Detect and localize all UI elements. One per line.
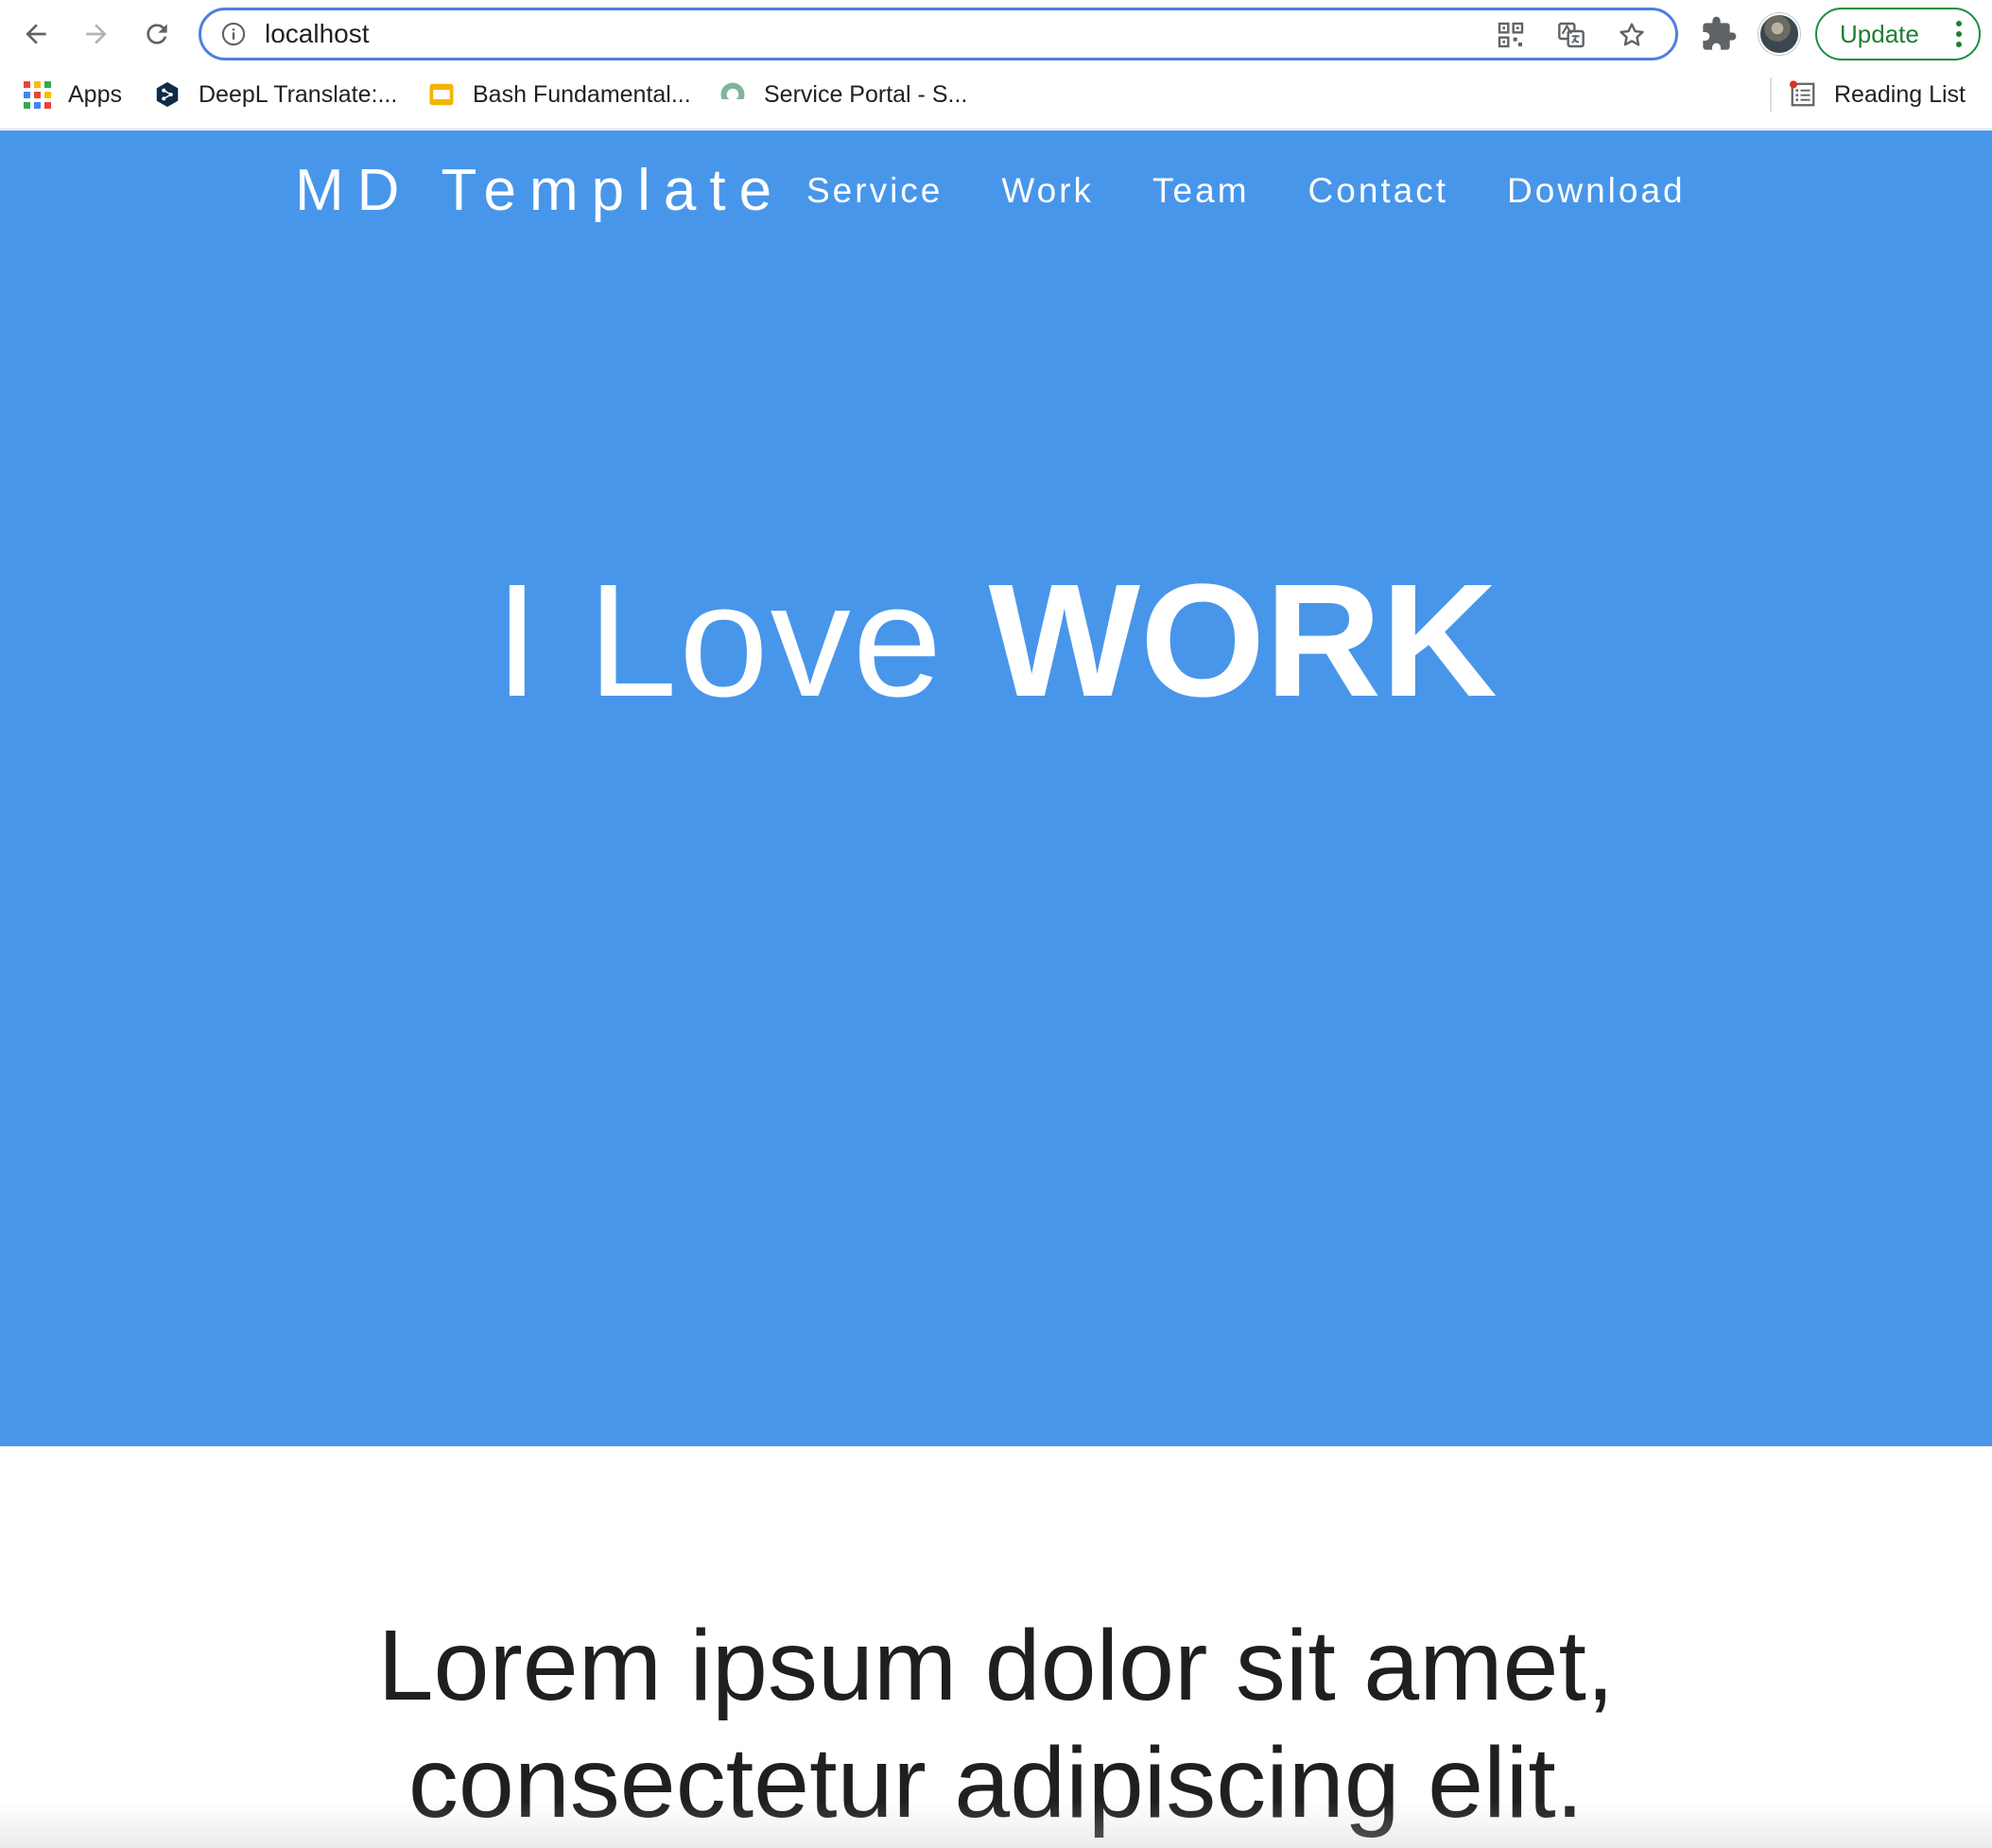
nav-link-service[interactable]: Service (806, 163, 943, 219)
hero-section: MD Template Service Work Team Contact Do… (0, 130, 1992, 1446)
intro-line-2: consectetur adipiscing elit. (407, 1727, 1585, 1839)
nav-link-download[interactable]: Download (1507, 163, 1686, 219)
bookmark-label: Bash Fundamental... (473, 80, 691, 108)
reload-icon (147, 24, 167, 44)
kebab-menu-icon[interactable] (1956, 21, 1962, 47)
bookmark-apps[interactable]: Apps (23, 72, 122, 117)
browser-chrome: Update Apps DeepL Transl (0, 0, 1992, 130)
intro-line-1: Lorem ipsum dolor sit amet, (377, 1610, 1615, 1721)
hero-headline-bold: WORK (988, 551, 1498, 731)
arrow-left-icon (26, 24, 46, 44)
service-portal-icon (719, 80, 747, 109)
arrow-right-icon (86, 24, 107, 44)
url-input[interactable] (265, 10, 1494, 58)
star-icon (1620, 23, 1644, 46)
intro-text: Lorem ipsum dolor sit amet, consectetur … (0, 1607, 1992, 1841)
nav-link-work[interactable]: Work (1001, 163, 1094, 219)
update-label: Update (1840, 19, 1919, 48)
bookmarks-divider (1770, 78, 1772, 112)
translate-icon (1558, 22, 1585, 48)
site-brand[interactable]: MD Template (295, 157, 785, 225)
forward-button[interactable] (74, 11, 119, 57)
profile-avatar[interactable] (1758, 13, 1800, 55)
bookmark-star-button[interactable] (1616, 19, 1648, 51)
hero-headline-light: I Love (494, 551, 944, 731)
slides-icon (427, 80, 456, 109)
qr-code-button[interactable] (1495, 19, 1527, 51)
reload-button[interactable] (134, 11, 180, 57)
reading-list-icon (1789, 80, 1817, 109)
bookmark-deepl[interactable]: DeepL Translate:... (153, 72, 397, 117)
main-navigation: Service Work Team Contact Download (806, 163, 1744, 219)
apps-grid-icon (23, 80, 51, 109)
update-button[interactable]: Update (1815, 8, 1981, 60)
browser-toolbar: Update (0, 0, 1992, 68)
bookmark-service-portal[interactable]: Service Portal - S... (719, 72, 967, 117)
deepl-icon (153, 80, 182, 109)
bookmarks-bar: Apps DeepL Translate:... Bash Fundamenta… (0, 72, 1992, 119)
address-bar[interactable] (199, 8, 1678, 60)
reading-list-button[interactable]: Reading List (1789, 72, 1966, 117)
reading-list-label: Reading List (1834, 80, 1966, 108)
bookmark-label: Apps (68, 80, 122, 108)
bookmark-label: Service Portal - S... (764, 80, 968, 108)
qr-code-icon (1498, 22, 1524, 48)
translate-button[interactable] (1555, 19, 1587, 51)
hero-headline: I Love WORK (0, 546, 1992, 735)
info-icon[interactable] (220, 21, 247, 47)
nav-link-team[interactable]: Team (1152, 163, 1249, 219)
back-button[interactable] (13, 11, 59, 57)
bookmark-label: DeepL Translate:... (199, 80, 398, 108)
bookmark-bash[interactable]: Bash Fundamental... (427, 72, 691, 117)
extensions-puzzle-icon[interactable] (1700, 15, 1738, 53)
nav-link-contact[interactable]: Contact (1308, 163, 1449, 219)
